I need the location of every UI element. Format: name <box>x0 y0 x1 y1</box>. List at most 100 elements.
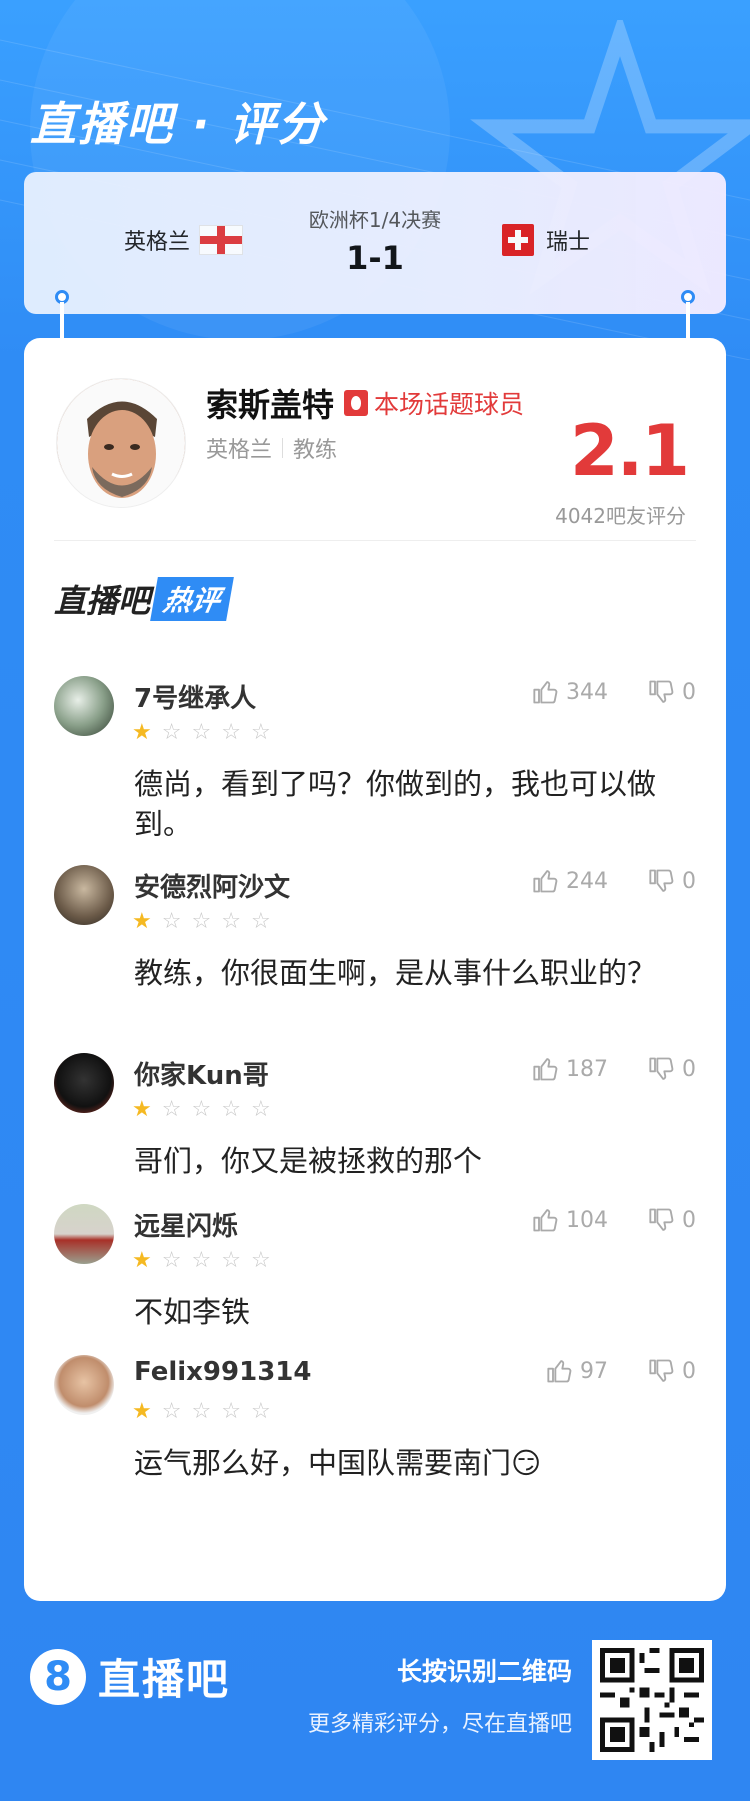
comment-text: 哥们，你又是被拯救的那个 <box>134 1144 483 1178</box>
user-avatar[interactable] <box>54 1204 114 1264</box>
comment-stars: ★ ☆ ☆ ☆ ☆ <box>132 1399 271 1424</box>
user-avatar[interactable] <box>54 676 114 736</box>
user-avatar[interactable] <box>54 865 114 925</box>
coach-face-icon <box>57 379 185 507</box>
footer-logo: 8 直播吧 <box>30 1646 230 1707</box>
like-button[interactable]: 104 <box>532 1206 608 1234</box>
star-icon: ★ <box>132 1399 152 1424</box>
star-icon: ☆ <box>191 720 212 745</box>
user-avatar[interactable] <box>54 1355 114 1415</box>
star-icon: ☆ <box>221 1097 241 1122</box>
coach-name: 索斯盖特 <box>206 386 335 424</box>
dislike-button[interactable]: 0 <box>648 1206 696 1234</box>
comment-item: 安德烈阿沙文 ★ ☆ ☆ ☆ ☆ 244 0 教练，你很面生啊，是从事什么职业的？ <box>54 865 696 1035</box>
coach-name-row: 索斯盖特 本场话题球员 <box>206 380 524 426</box>
star-icon: ☆ <box>161 1248 182 1273</box>
rating-score: 2.1 <box>569 410 690 492</box>
like-count: 104 <box>566 1207 608 1233</box>
like-count: 97 <box>580 1358 608 1384</box>
star-icon: ☆ <box>161 909 182 934</box>
england-flag-icon <box>200 226 243 254</box>
comment-text: 运气那么好，中国队需要南门😏 <box>134 1446 542 1480</box>
comment-stars: ★ ☆ ☆ ☆ ☆ <box>132 1248 271 1273</box>
app-title: 直播吧 · 评分 <box>30 97 326 151</box>
hot-title-main: 直播吧 <box>54 582 151 620</box>
dislike-button[interactable]: 0 <box>648 1055 696 1083</box>
comment-stars: ★ ☆ ☆ ☆ ☆ <box>132 909 271 934</box>
comment-user[interactable]: 你家Kun哥 <box>134 1055 269 1092</box>
like-count: 344 <box>566 679 608 705</box>
qr-title: 长按识别二维码 <box>396 1657 572 1686</box>
comment-user[interactable]: 安德烈阿沙文 <box>134 867 290 904</box>
thumb-up-icon <box>533 870 558 893</box>
qr-code-icon <box>600 1648 704 1752</box>
comment-user[interactable]: 远星闪烁 <box>134 1206 238 1243</box>
thumb-up-icon <box>533 1058 558 1081</box>
star-icon: ☆ <box>221 1248 241 1273</box>
comment-text: 教练，你很面生啊，是从事什么职业的？ <box>134 956 657 990</box>
section-divider <box>54 540 696 541</box>
away-team: 瑞士 <box>502 224 590 256</box>
thumb-down-icon <box>649 1208 674 1231</box>
like-button[interactable]: 187 <box>532 1055 608 1083</box>
star-icon: ☆ <box>221 909 241 934</box>
coach-meta: 英格兰 教练 <box>206 432 337 464</box>
match-header: 英格兰 欧洲杯1/4决赛 1-1 瑞士 <box>24 172 726 314</box>
dislike-count: 0 <box>682 679 696 705</box>
star-icon: ★ <box>132 909 152 934</box>
comment-user[interactable]: Felix991314 <box>134 1357 311 1387</box>
dislike-count: 0 <box>682 868 696 894</box>
star-icon: ☆ <box>250 720 271 745</box>
thumb-down-icon <box>649 869 674 892</box>
coach-role: 教练 <box>293 438 338 463</box>
comment-item: 远星闪烁 ★ ☆ ☆ ☆ ☆ 104 0 不如李铁 <box>54 1204 696 1374</box>
star-icon: ☆ <box>161 1399 182 1424</box>
like-button[interactable]: 97 <box>546 1357 608 1385</box>
comment-text: 德尚，看到了吗？你做到的，我也可以做到。 <box>134 767 657 841</box>
topic-player-badge: 本场话题球员 <box>344 385 524 421</box>
comment-text: 不如李铁 <box>134 1295 251 1329</box>
topic-player-label: 本场话题球员 <box>374 390 525 419</box>
hot-comments-title: 直播吧 热评 <box>54 576 234 622</box>
comment-user[interactable]: 7号继承人 <box>134 678 256 715</box>
comment-stars: ★ ☆ ☆ ☆ ☆ <box>132 720 271 745</box>
like-count: 244 <box>566 868 608 894</box>
user-avatar[interactable] <box>54 1053 114 1113</box>
thumb-down-icon <box>649 680 674 703</box>
meta-divider <box>282 438 284 458</box>
dislike-button[interactable]: 0 <box>648 867 696 895</box>
switzerland-flag-icon <box>502 224 534 256</box>
logo-text: 直播吧 <box>98 1655 231 1704</box>
coach-avatar[interactable] <box>56 378 186 508</box>
like-button[interactable]: 244 <box>532 867 608 895</box>
dislike-button[interactable]: 0 <box>648 1357 696 1385</box>
rating-count: 4042吧友评分 <box>555 504 686 528</box>
home-team-name: 英格兰 <box>124 230 191 255</box>
qr-code[interactable] <box>592 1640 712 1760</box>
hot-title-tag: 热评 <box>150 577 234 621</box>
star-icon: ☆ <box>250 909 271 934</box>
dislike-button[interactable]: 0 <box>648 678 696 706</box>
coach-team: 英格兰 <box>206 438 273 463</box>
away-team-name: 瑞士 <box>546 230 591 255</box>
star-icon: ★ <box>132 1248 152 1273</box>
comment-stars: ★ ☆ ☆ ☆ ☆ <box>132 1097 271 1122</box>
qr-subtitle: 更多精彩评分，尽在直播吧 <box>307 1712 572 1737</box>
rating-card: 索斯盖特 本场话题球员 英格兰 教练 2.1 4042吧友评分 直播吧 热评 7… <box>24 338 726 1601</box>
star-icon: ☆ <box>161 720 182 745</box>
thumb-up-icon <box>547 1360 572 1383</box>
star-icon: ☆ <box>191 1097 212 1122</box>
star-icon: ☆ <box>221 720 241 745</box>
like-button[interactable]: 344 <box>532 678 608 706</box>
comment-item: Felix991314 ★ ☆ ☆ ☆ ☆ 97 0 运气那么好，中国队需要南门😏 <box>54 1355 696 1525</box>
like-count: 187 <box>566 1056 608 1082</box>
star-icon: ★ <box>132 1097 152 1122</box>
thumb-down-icon <box>649 1359 674 1382</box>
fire-icon <box>344 390 369 416</box>
star-icon: ☆ <box>250 1097 271 1122</box>
star-icon: ☆ <box>191 1399 212 1424</box>
star-icon: ☆ <box>191 909 212 934</box>
thumb-up-icon <box>533 681 558 704</box>
match-stage: 欧洲杯1/4决赛 <box>308 208 442 232</box>
match-info: 欧洲杯1/4决赛 1-1 <box>275 204 475 277</box>
